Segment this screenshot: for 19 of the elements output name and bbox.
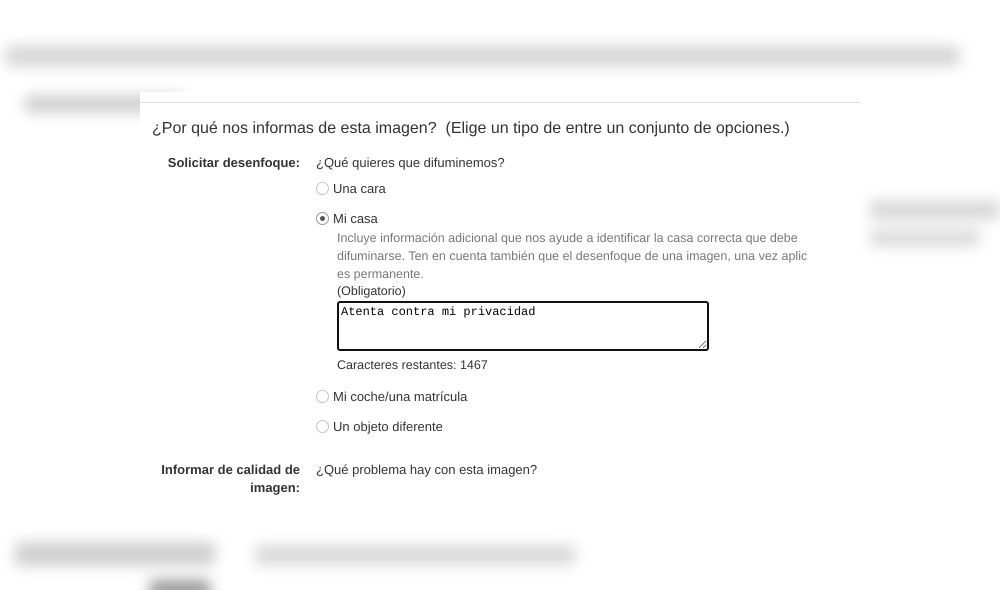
help-text: es permanente. bbox=[337, 266, 425, 283]
radio-label[interactable]: Mi coche/una matrícula bbox=[333, 388, 468, 404]
radio-label[interactable]: Un objeto diferente bbox=[333, 418, 443, 434]
radio-button[interactable] bbox=[316, 390, 329, 402]
character-count: Caracteres restantes: 1467 bbox=[337, 358, 489, 372]
radio-label[interactable]: Una cara bbox=[333, 180, 386, 196]
radio-button[interactable] bbox=[316, 182, 329, 194]
radio-button[interactable] bbox=[316, 212, 329, 224]
required-note: (Obligatorio) bbox=[337, 283, 407, 300]
help-text: difuminarse. Ten en cuenta también que el desenfoque de una imagen, una vez aplic bbox=[337, 248, 808, 265]
field-label: Solicitar desenfoque: bbox=[166, 154, 300, 172]
form-heading: ¿Por qué nos informas de esta imagen? (Elige un tipo de entre un conjunto de opciones.) bbox=[152, 120, 791, 138]
radio-label[interactable]: Mi casa bbox=[333, 210, 378, 226]
question-text: ¿Qué quieres que difuminemos? bbox=[316, 154, 506, 172]
question-text: ¿Qué problema hay con esta imagen? bbox=[316, 461, 538, 479]
radio-button[interactable] bbox=[316, 420, 329, 432]
help-text: Incluye información adicional que nos ayude a identificar la casa correcta que debe bbox=[337, 230, 799, 247]
answer-box[interactable]: Atenta contra mi privacidad bbox=[337, 301, 709, 351]
field-label: Informar de calidad de imagen: bbox=[160, 461, 300, 497]
